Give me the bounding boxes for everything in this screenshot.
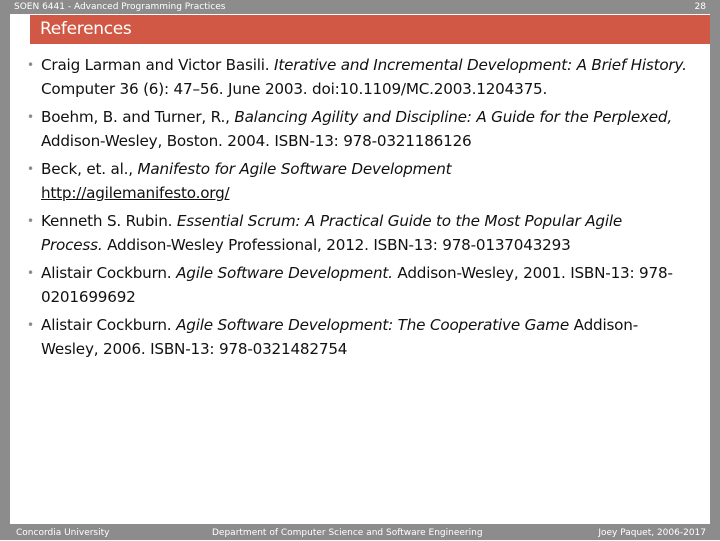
reference-details: Computer 36 (6): 47–56. June 2003. doi:1…	[41, 80, 548, 98]
reference-item: • Craig Larman and Victor Basili. Iterat…	[27, 53, 687, 101]
reference-title: Balancing Agility and Discipline: A Guid…	[234, 108, 672, 126]
footer-author: Joey Paquet, 2006-2017	[598, 528, 706, 538]
reference-authors: Beck, et. al.,	[41, 160, 138, 178]
reference-title: Iterative and Incremental Development: A…	[274, 56, 687, 74]
bullet-icon: •	[27, 318, 34, 332]
page-number: 28	[694, 2, 706, 12]
agile-manifesto-link[interactable]: http://agilemanifesto.org/	[41, 184, 230, 202]
left-border-bar	[0, 0, 10, 540]
reference-details: Addison-Wesley, Boston. 2004. ISBN-13: 9…	[41, 132, 472, 150]
bullet-icon: •	[27, 266, 34, 280]
reference-title: Manifesto for Agile Software Development	[137, 160, 452, 178]
reference-item: • Alistair Cockburn. Agile Software Deve…	[27, 313, 687, 361]
reference-authors: Alistair Cockburn.	[41, 316, 177, 334]
reference-list: • Craig Larman and Victor Basili. Iterat…	[27, 53, 687, 365]
slide-title: References	[40, 19, 132, 39]
footer-department: Department of Computer Science and Softw…	[212, 528, 483, 538]
reference-authors: Craig Larman and Victor Basili.	[41, 56, 275, 74]
footer-university: Concordia University	[16, 528, 110, 538]
bullet-icon: •	[27, 110, 34, 124]
reference-item: • Boehm, B. and Turner, R., Balancing Ag…	[27, 105, 687, 153]
course-title: SOEN 6441 - Advanced Programming Practic…	[14, 2, 226, 12]
slide-title-bar: References	[30, 15, 710, 44]
reference-authors: Alistair Cockburn.	[41, 264, 177, 282]
reference-item: • Alistair Cockburn. Agile Software Deve…	[27, 261, 687, 309]
right-border-bar	[710, 0, 720, 540]
bullet-icon: •	[27, 58, 34, 72]
bullet-icon: •	[27, 162, 34, 176]
reference-item: • Kenneth S. Rubin. Essential Scrum: A P…	[27, 209, 687, 257]
reference-item: • Beck, et. al., Manifesto for Agile Sof…	[27, 157, 687, 205]
reference-authors: Kenneth S. Rubin.	[41, 212, 177, 230]
reference-details: Addison-Wesley Professional, 2012. ISBN-…	[102, 236, 571, 254]
bullet-icon: •	[27, 214, 34, 228]
reference-authors: Boehm, B. and Turner, R.,	[41, 108, 235, 126]
header-bar: SOEN 6441 - Advanced Programming Practic…	[0, 0, 720, 14]
reference-title: Agile Software Development: The Cooperat…	[176, 316, 570, 334]
footer-bar: Concordia University Department of Compu…	[0, 524, 720, 540]
reference-title: Agile Software Development.	[176, 264, 393, 282]
